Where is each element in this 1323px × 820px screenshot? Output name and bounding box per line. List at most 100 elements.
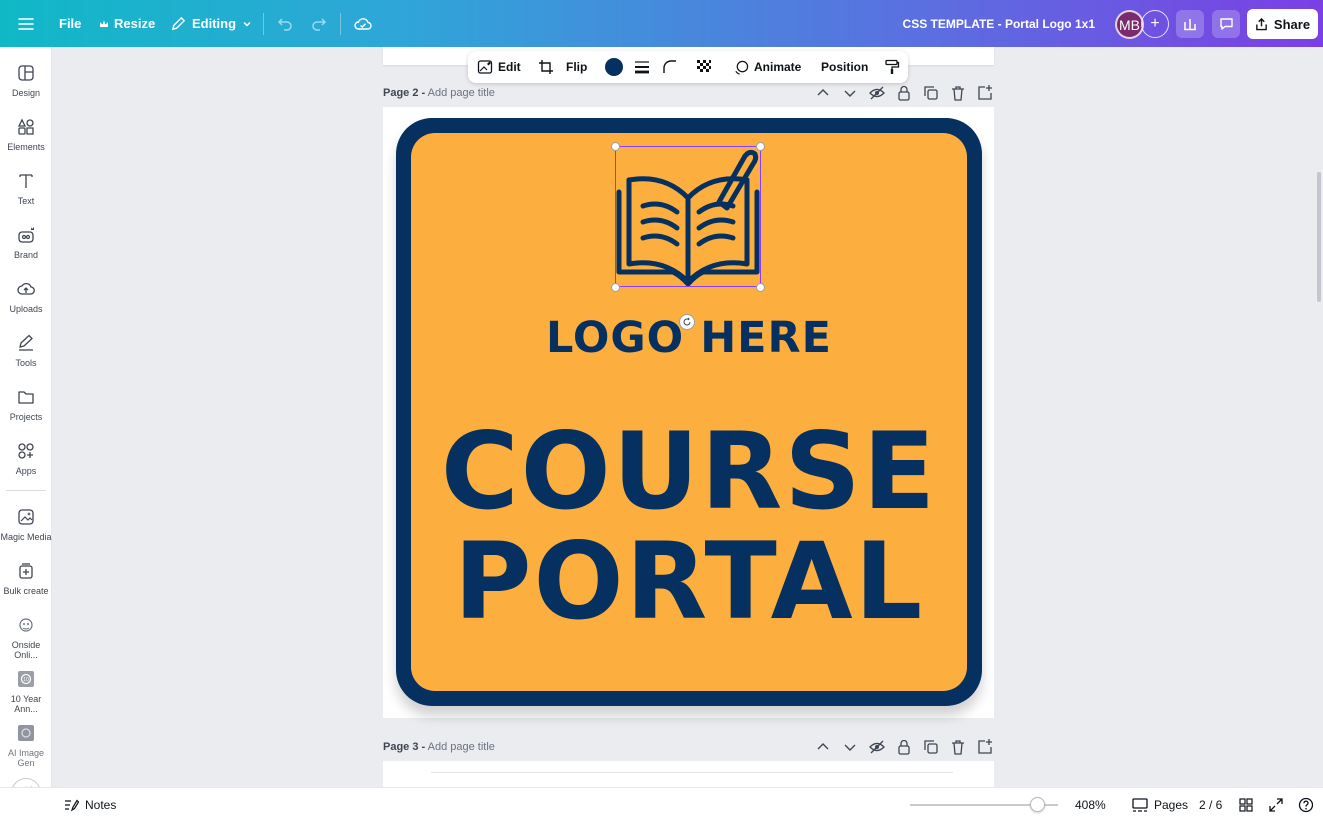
grid-view-button[interactable] — [1239, 788, 1253, 820]
share-button[interactable]: Share — [1247, 9, 1318, 39]
chevron-up-icon[interactable] — [814, 84, 832, 102]
add-page-title[interactable]: Add page title — [428, 87, 495, 99]
animate-button[interactable]: Animate — [734, 51, 801, 83]
selection-box — [615, 146, 761, 287]
page-3-title[interactable]: Page 3 - Add page title — [383, 741, 495, 753]
sidebar-item-projects[interactable]: Projects — [0, 388, 52, 422]
sidebar-item-app-onside[interactable]: Onside Onli... — [0, 616, 52, 660]
page-2-title[interactable]: Page 2 - Add page title — [383, 87, 495, 99]
sidebar-item-elements[interactable]: Elements — [0, 118, 52, 152]
course-text[interactable]: COURSE — [411, 419, 967, 525]
flip-button[interactable]: Flip — [566, 51, 587, 83]
apps-icon — [18, 443, 34, 459]
sidebar-item-label: Text — [17, 196, 35, 206]
undo-button[interactable] — [277, 0, 293, 47]
sidebar-item-label: Tools — [15, 358, 37, 368]
hide-page-icon[interactable] — [868, 738, 886, 756]
duplicate-page-icon[interactable] — [922, 84, 940, 102]
chevron-down-icon[interactable] — [841, 84, 859, 102]
resize-handle[interactable] — [611, 283, 620, 292]
duplicate-page-icon[interactable] — [922, 738, 940, 756]
sidebar-item-label: Magic Media — [0, 532, 52, 542]
cloud-save-button[interactable] — [354, 0, 372, 47]
add-page-icon[interactable] — [976, 84, 994, 102]
add-page-icon[interactable] — [976, 738, 994, 756]
file-menu-button[interactable]: File — [59, 0, 81, 47]
page-indicator-text: 2 / 6 — [1199, 797, 1223, 812]
chevron-up-icon[interactable] — [814, 738, 832, 756]
sidebar-item-app-10-year[interactable]: 10 10 Year Ann... — [0, 670, 52, 714]
zoom-level[interactable]: 408% — [1075, 788, 1106, 820]
animate-label: Animate — [754, 60, 802, 74]
page-indicator[interactable]: 2 / 6 — [1199, 788, 1222, 820]
rotate-handle[interactable] — [679, 314, 695, 330]
editing-mode-dropdown[interactable]: Editing — [171, 0, 252, 47]
expand-icon — [1269, 797, 1283, 812]
position-button[interactable]: Position — [821, 51, 868, 83]
zoom-value: 408% — [1075, 797, 1106, 812]
resize-button[interactable]: Resize — [99, 0, 155, 47]
flip-label: Flip — [566, 60, 588, 74]
corner-rounding-icon — [663, 60, 676, 73]
transparency-button[interactable] — [696, 51, 712, 83]
crop-button[interactable] — [538, 51, 554, 83]
hamburger-menu-icon — [18, 17, 34, 30]
vertical-scrollbar[interactable] — [1317, 172, 1321, 302]
fullscreen-button[interactable] — [1269, 788, 1283, 820]
sidebar-item-text[interactable]: Text — [0, 172, 52, 206]
portal-text[interactable]: PORTAL — [411, 529, 967, 635]
comments-button[interactable] — [1212, 10, 1240, 38]
invite-button[interactable]: + — [1141, 10, 1169, 38]
notes-button[interactable]: Notes — [64, 788, 116, 820]
sidebar-item-uploads[interactable]: Uploads — [0, 280, 52, 314]
sidebar-item-label: 10 Year Ann... — [10, 694, 42, 714]
sidebar-item-label: AI Image Gen — [7, 748, 45, 768]
sidebar-item-label: Onside Onli... — [11, 640, 41, 660]
sidebar-item-brand[interactable]: Brand — [0, 226, 52, 260]
svg-text:10: 10 — [23, 677, 29, 683]
share-icon — [1256, 17, 1267, 30]
image-edit-icon — [477, 60, 493, 74]
redo-button[interactable] — [311, 0, 327, 47]
color-swatch — [605, 58, 623, 76]
trash-icon[interactable] — [949, 738, 967, 756]
resize-handle[interactable] — [756, 283, 765, 292]
resize-handle[interactable] — [611, 142, 620, 151]
cloud-upload-icon — [17, 282, 35, 295]
resize-handle[interactable] — [756, 142, 765, 151]
bulk-create-icon — [19, 563, 33, 579]
main-menu-button[interactable] — [18, 0, 34, 47]
app-thumbnail-icon — [18, 725, 34, 741]
sidebar-item-label: Apps — [15, 466, 37, 476]
sidebar-item-apps[interactable]: Apps — [0, 442, 52, 476]
corner-rounding-button[interactable] — [662, 51, 678, 83]
lock-icon[interactable] — [895, 84, 913, 102]
document-title[interactable]: CSS TEMPLATE - Portal Logo 1x1 — [903, 17, 1095, 31]
avatar[interactable]: MB — [1115, 10, 1144, 39]
app-thumbnail-icon: 10 — [18, 671, 34, 687]
trash-icon[interactable] — [949, 84, 967, 102]
page-3-canvas[interactable] — [383, 761, 994, 787]
editing-label: Editing — [192, 16, 237, 31]
crown-icon — [100, 20, 108, 27]
sidebar-item-tools[interactable]: Tools — [0, 334, 52, 368]
lock-icon[interactable] — [895, 738, 913, 756]
add-page-title[interactable]: Add page title — [428, 741, 495, 753]
sidebar-item-bulk-create[interactable]: Bulk create — [0, 562, 52, 596]
chevron-down-icon[interactable] — [841, 738, 859, 756]
copy-style-button[interactable] — [884, 51, 900, 83]
page-3-label: Page 3 - — [383, 741, 426, 753]
pages-button[interactable]: Pages — [1132, 788, 1188, 820]
color-picker-button[interactable] — [605, 51, 623, 83]
sidebar-item-app-ai-image-gen[interactable]: AI Image Gen — [0, 724, 52, 768]
brand-icon — [18, 227, 34, 243]
insights-button[interactable] — [1176, 10, 1204, 38]
hide-page-icon[interactable] — [868, 84, 886, 102]
sidebar-item-magic-media[interactable]: Magic Media — [0, 508, 52, 542]
border-style-button[interactable] — [634, 51, 650, 83]
edit-image-button[interactable]: Edit — [477, 51, 521, 83]
zoom-slider-knob[interactable] — [1029, 797, 1045, 812]
help-button[interactable] — [1298, 788, 1314, 820]
magic-media-icon — [18, 509, 34, 525]
sidebar-item-design[interactable]: Design — [0, 64, 52, 98]
